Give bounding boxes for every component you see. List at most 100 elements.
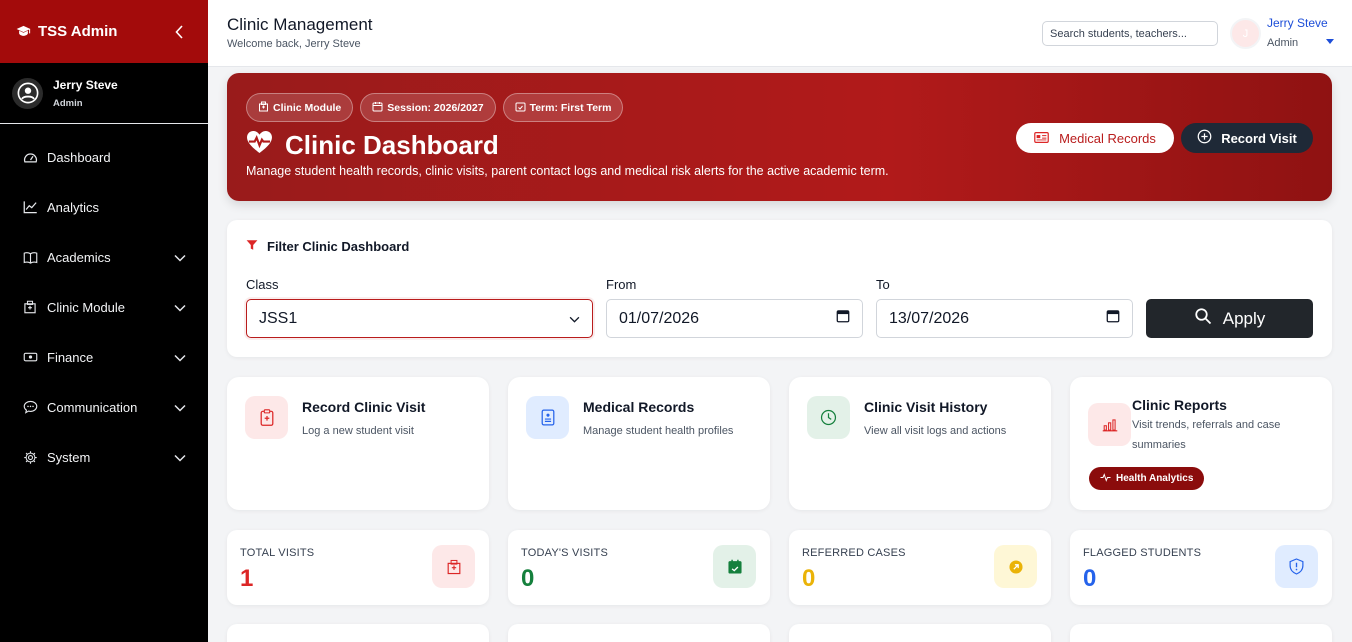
page-subtitle: Welcome back, Jerry Steve [227, 38, 361, 50]
medical-records-button[interactable]: Medical Records [1016, 123, 1174, 153]
action-card-desc: Visit trends, referrals and case summari… [1132, 419, 1281, 451]
filter-card: Filter Clinic Dashboard Class JSS1 From … [227, 220, 1332, 357]
stat-card-referred-cases: Referred Cases 0 [789, 530, 1051, 605]
chip-session: Session: 2026/2027 [360, 93, 496, 122]
chevron-down-icon [174, 400, 186, 415]
stat-label: Flagged Students [1083, 547, 1202, 559]
sidebar-item-system[interactable]: System [0, 432, 208, 482]
header-user-name[interactable]: Jerry Steve [1267, 16, 1328, 30]
page-title: Clinic Management [227, 15, 373, 34]
record-visit-button[interactable]: Record Visit [1181, 123, 1313, 153]
stat-card-total-visits: Total Visits 1 [227, 530, 489, 605]
sidebar-item-communication[interactable]: Communication [0, 382, 208, 432]
chevron-down-icon [174, 300, 186, 315]
action-card-medical-records[interactable]: Medical Records Manage student health pr… [508, 377, 770, 510]
stat-card [227, 624, 489, 642]
pulse-icon [1100, 472, 1111, 485]
stat-card [508, 624, 770, 642]
to-date-value: 13/07/2026 [889, 309, 970, 327]
stat-card [789, 624, 1051, 642]
sidebar-item-label: Analytics [47, 199, 100, 215]
record-visit-button-label: Record Visit [1221, 130, 1297, 146]
header-user-role: Admin [1267, 37, 1299, 49]
clinic-hero-banner: Clinic Module Session: 2026/2027 Term: F… [227, 73, 1332, 201]
stat-card-todays-visits: Today's Visits 0 [508, 530, 770, 605]
action-card-title: Clinic Reports [1132, 397, 1227, 413]
brand-name: TSS Admin [38, 23, 118, 40]
clock-icon [807, 396, 850, 439]
caret-down-icon[interactable] [1326, 31, 1334, 49]
action-card-clinic-visit-history[interactable]: Clinic Visit History View all visit logs… [789, 377, 1051, 510]
hospital-icon [432, 545, 475, 588]
from-date-input[interactable]: 01/07/2026 [606, 299, 863, 338]
badge-label: Health Analytics [1116, 473, 1194, 484]
search-input[interactable] [1042, 21, 1218, 46]
sidebar: TSS Admin Jerry Steve Admin Dashboard An… [0, 0, 208, 642]
sidebar-nav: Dashboard Analytics Academics Clinic Mod… [0, 124, 208, 482]
action-card-title: Record Clinic Visit [302, 399, 426, 415]
calendar-check-icon [713, 545, 756, 588]
stat-value: 0 [1083, 565, 1097, 592]
stat-label: Referred Cases [802, 547, 906, 559]
brand[interactable]: TSS Admin [16, 23, 117, 40]
stat-value: 1 [240, 565, 254, 592]
user-circle-icon [12, 77, 43, 109]
class-select[interactable]: JSS1 [246, 299, 593, 338]
sidebar-item-label: Academics [47, 249, 111, 265]
bar-chart-icon [1088, 403, 1131, 446]
chevron-down-icon [569, 310, 580, 328]
sidebar-user-role: Admin [53, 97, 83, 109]
class-label: Class [246, 277, 279, 292]
apply-button-label: Apply [1222, 308, 1266, 328]
from-date-value: 01/07/2026 [619, 309, 700, 327]
apply-button[interactable]: Apply [1146, 299, 1313, 338]
medical-records-button-label: Medical Records [1059, 130, 1156, 146]
chevron-down-icon [174, 250, 186, 265]
class-select-value: JSS1 [259, 309, 298, 327]
hero-title-text: Clinic Dashboard [285, 130, 499, 160]
search-icon [1194, 307, 1212, 330]
chat-icon [22, 399, 38, 415]
filter-title-text: Filter Clinic Dashboard [267, 239, 410, 254]
calendar-icon[interactable] [1106, 309, 1120, 328]
sidebar-item-academics[interactable]: Academics [0, 232, 208, 282]
filter-title: Filter Clinic Dashboard [246, 239, 409, 254]
clipboard-medical-icon [245, 396, 288, 439]
chip-label: Session: 2026/2027 [387, 101, 484, 114]
sidebar-item-label: Dashboard [47, 149, 111, 165]
calendar-check-icon [515, 101, 526, 115]
heart-pulse-icon [246, 130, 273, 161]
sidebar-item-analytics[interactable]: Analytics [0, 182, 208, 232]
avatar[interactable]: J [1230, 18, 1261, 49]
plus-circle-icon [1197, 129, 1212, 147]
health-analytics-badge[interactable]: Health Analytics [1089, 467, 1205, 490]
brand-bar: TSS Admin [0, 0, 208, 63]
chevron-left-icon[interactable] [175, 24, 184, 39]
sidebar-item-finance[interactable]: Finance [0, 332, 208, 382]
stat-value: 0 [802, 565, 816, 592]
hero-description: Manage student health records, clinic vi… [246, 164, 889, 178]
action-card-title: Medical Records [583, 399, 695, 415]
id-card-icon [1034, 131, 1049, 146]
chip-clinic-module: Clinic Module [246, 93, 354, 122]
stat-label: Total Visits [240, 547, 315, 559]
money-icon [22, 349, 38, 365]
gauge-icon [22, 149, 38, 165]
graduation-cap-icon [16, 25, 31, 38]
sidebar-item-dashboard[interactable]: Dashboard [0, 132, 208, 182]
action-card-record-clinic-visit[interactable]: Record Clinic Visit Log a new student vi… [227, 377, 489, 510]
file-medical-icon [526, 396, 569, 439]
filter-icon [246, 239, 258, 254]
gear-icon [22, 449, 38, 465]
sidebar-user-name: Jerry Steve [53, 77, 118, 92]
action-card-clinic-reports[interactable]: Clinic Reports Visit trends, referrals a… [1070, 377, 1332, 510]
chart-line-icon [22, 199, 38, 215]
from-label: From [606, 277, 637, 292]
calendar-icon[interactable] [836, 309, 850, 328]
sidebar-item-clinic-module[interactable]: Clinic Module [0, 282, 208, 332]
hospital-icon [22, 299, 38, 315]
chip-term: Term: First Term [502, 93, 624, 122]
to-date-input[interactable]: 13/07/2026 [876, 299, 1133, 338]
chip-label: Term: First Term [529, 101, 612, 114]
stat-card-flagged-students: Flagged Students 0 [1070, 530, 1332, 605]
